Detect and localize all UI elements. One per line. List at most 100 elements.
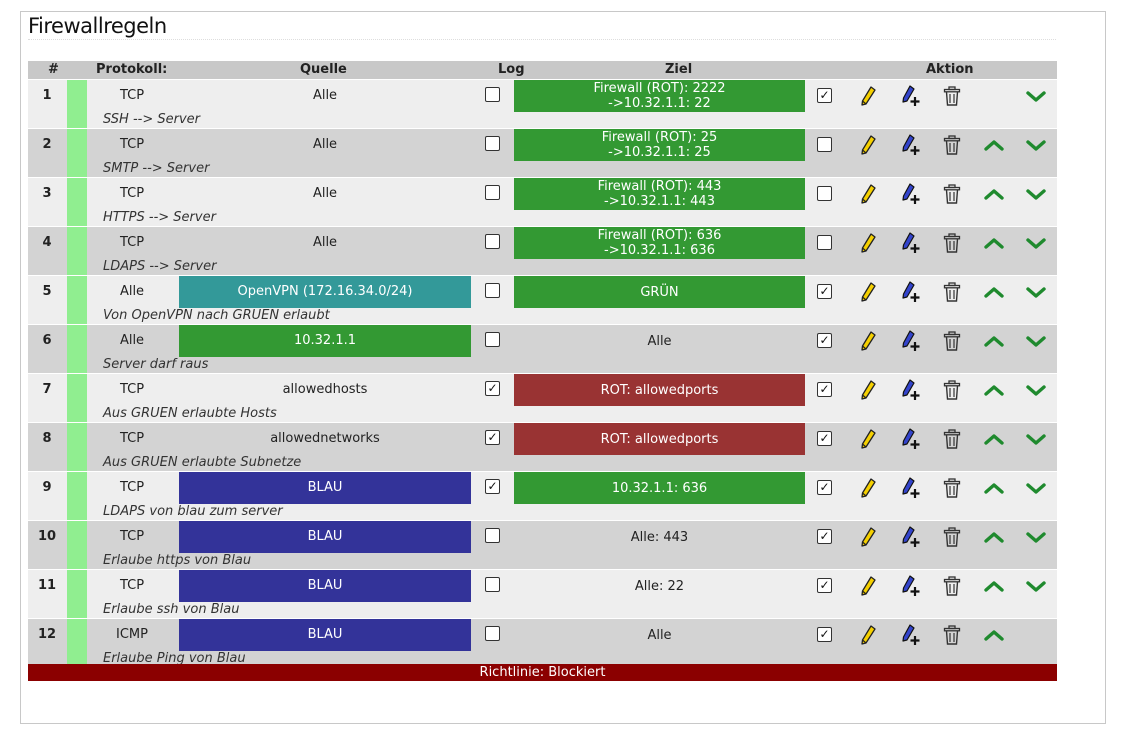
chevron-down-icon[interactable]: [1025, 330, 1047, 352]
add-pen-icon[interactable]: [899, 379, 921, 401]
chevron-down-icon[interactable]: [1025, 183, 1047, 205]
log-checkbox[interactable]: ✓: [485, 381, 500, 396]
add-pen-icon[interactable]: [899, 85, 921, 107]
add-pen-icon[interactable]: [899, 428, 921, 450]
chevron-down-icon[interactable]: [1025, 232, 1047, 254]
trash-icon[interactable]: [941, 526, 963, 548]
rule-target-line1: Alle: 22: [634, 578, 685, 594]
enabled-checkbox[interactable]: ✓: [817, 480, 832, 495]
trash-icon[interactable]: [941, 428, 963, 450]
pencil-icon[interactable]: [857, 183, 879, 205]
log-checkbox[interactable]: [485, 87, 500, 102]
chevron-down-icon[interactable]: [1025, 575, 1047, 597]
log-checkbox[interactable]: ✓: [485, 430, 500, 445]
chevron-down-icon[interactable]: [1025, 85, 1047, 107]
rule-description: HTTPS --> Server: [103, 210, 216, 225]
chevron-up-icon[interactable]: [983, 575, 1005, 597]
enabled-checkbox[interactable]: ✓: [817, 431, 832, 446]
enabled-checkbox[interactable]: ✓: [817, 627, 832, 642]
enabled-checkbox[interactable]: ✓: [817, 382, 832, 397]
add-pen-icon[interactable]: [899, 477, 921, 499]
enabled-checkbox[interactable]: ✓: [817, 88, 832, 103]
chevron-up-icon[interactable]: [983, 379, 1005, 401]
add-pen-icon[interactable]: [899, 281, 921, 303]
enabled-checkbox[interactable]: ✓: [817, 529, 832, 544]
rule-source: BLAU: [179, 521, 471, 553]
chevron-up-icon[interactable]: [983, 428, 1005, 450]
rule-status-stripe: [67, 521, 87, 569]
add-pen-icon[interactable]: [899, 575, 921, 597]
add-pen-icon[interactable]: [899, 526, 921, 548]
rule-protocol: Alle: [119, 333, 145, 348]
trash-icon[interactable]: [941, 134, 963, 156]
trash-icon[interactable]: [941, 379, 963, 401]
pencil-icon[interactable]: [857, 624, 879, 646]
log-checkbox[interactable]: [485, 234, 500, 249]
chevron-up-icon[interactable]: [983, 183, 1005, 205]
rule-description: Von OpenVPN nach GRUEN erlaubt: [103, 308, 330, 323]
chevron-up-icon[interactable]: [983, 477, 1005, 499]
chevron-up-icon[interactable]: [983, 134, 1005, 156]
rule-status-stripe: [67, 570, 87, 618]
chevron-down-icon[interactable]: [1025, 477, 1047, 499]
add-pen-icon[interactable]: [899, 330, 921, 352]
rule-number: 11: [37, 578, 57, 593]
log-checkbox[interactable]: [485, 528, 500, 543]
chevron-up-icon[interactable]: [983, 281, 1005, 303]
log-checkbox[interactable]: [485, 185, 500, 200]
rule-source: allowednetworks: [270, 431, 380, 446]
rule-row-6: 6 Alle 10.32.1.1 Alle ✓ Server darf raus: [28, 325, 1057, 373]
rule-row-5: 5 Alle OpenVPN (172.16.34.0/24) GRÜN ✓ Von Op…: [28, 276, 1057, 324]
chevron-down-icon[interactable]: [1025, 428, 1047, 450]
enabled-checkbox[interactable]: [817, 186, 832, 201]
chevron-up-icon[interactable]: [983, 232, 1005, 254]
pencil-icon[interactable]: [857, 379, 879, 401]
enabled-checkbox[interactable]: ✓: [817, 333, 832, 348]
pencil-icon[interactable]: [857, 281, 879, 303]
chevron-down-icon[interactable]: [1025, 526, 1047, 548]
log-checkbox[interactable]: [485, 332, 500, 347]
trash-icon[interactable]: [941, 281, 963, 303]
add-pen-icon[interactable]: [899, 232, 921, 254]
trash-icon[interactable]: [941, 85, 963, 107]
chevron-down-icon[interactable]: [1025, 281, 1047, 303]
pencil-icon[interactable]: [857, 85, 879, 107]
add-pen-icon[interactable]: [899, 624, 921, 646]
pencil-icon[interactable]: [857, 232, 879, 254]
header-target: Ziel: [665, 62, 693, 77]
pencil-icon[interactable]: [857, 134, 879, 156]
trash-icon[interactable]: [941, 477, 963, 499]
rule-status-stripe: [67, 80, 87, 128]
log-checkbox[interactable]: [485, 577, 500, 592]
trash-icon[interactable]: [941, 330, 963, 352]
chevron-down-icon[interactable]: [1025, 379, 1047, 401]
log-checkbox[interactable]: [485, 136, 500, 151]
rule-row-4: 4 TCP Alle Firewall (ROT): 636 ->10.32.1.1: …: [28, 227, 1057, 275]
pencil-icon[interactable]: [857, 526, 879, 548]
pencil-icon[interactable]: [857, 330, 879, 352]
pencil-icon[interactable]: [857, 428, 879, 450]
pencil-icon[interactable]: [857, 575, 879, 597]
rule-target-line1: Firewall (ROT): 2222: [593, 81, 726, 96]
add-pen-icon[interactable]: [899, 183, 921, 205]
rule-description: Server darf raus: [103, 357, 209, 372]
trash-icon[interactable]: [941, 575, 963, 597]
add-pen-icon[interactable]: [899, 134, 921, 156]
chevron-up-icon[interactable]: [983, 624, 1005, 646]
trash-icon[interactable]: [941, 232, 963, 254]
enabled-checkbox[interactable]: [817, 235, 832, 250]
header-num: #: [48, 62, 59, 77]
chevron-up-icon[interactable]: [983, 330, 1005, 352]
pencil-icon[interactable]: [857, 477, 879, 499]
log-checkbox[interactable]: [485, 283, 500, 298]
trash-icon[interactable]: [941, 183, 963, 205]
enabled-checkbox[interactable]: [817, 137, 832, 152]
log-checkbox[interactable]: ✓: [485, 479, 500, 494]
rule-target: Alle: [514, 619, 805, 651]
chevron-up-icon[interactable]: [983, 526, 1005, 548]
trash-icon[interactable]: [941, 624, 963, 646]
enabled-checkbox[interactable]: ✓: [817, 578, 832, 593]
chevron-down-icon[interactable]: [1025, 134, 1047, 156]
enabled-checkbox[interactable]: ✓: [817, 284, 832, 299]
log-checkbox[interactable]: [485, 626, 500, 641]
